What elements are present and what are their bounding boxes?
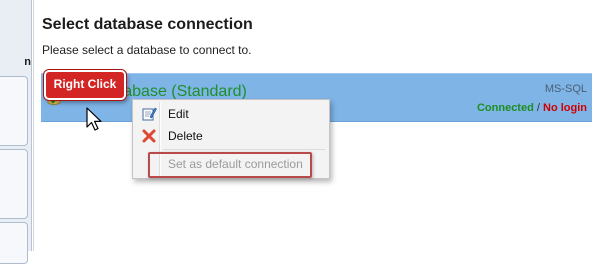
menu-item-edit[interactable]: Edit [135,103,327,125]
status-login: No login [543,102,587,114]
status-connected: Connected [476,102,534,114]
connection-type: MS-SQL [544,83,587,95]
menu-item-label: Delete [168,129,203,143]
mouse-cursor-icon [86,107,102,131]
dialog-subtitle: Please select a database to connect to. [42,43,252,57]
left-panel: n [0,0,32,264]
dialog-title: Select database connection [42,16,253,33]
delete-x-icon [142,129,156,143]
status-separator: / [536,102,540,114]
edit-icon [142,107,157,121]
left-panel-label: n [24,56,31,68]
connection-status: Connected / No login [477,102,587,114]
highlight-box [148,152,312,178]
left-panel-tile[interactable] [0,222,28,264]
menu-item-label: Edit [168,107,189,121]
menu-separator [163,149,325,150]
menu-item-delete[interactable]: Delete [135,125,327,147]
callout-label: Right Click [53,77,117,91]
left-panel-tile[interactable] [0,76,28,146]
left-panel-tile[interactable] [0,149,28,219]
right-click-callout: Right Click [44,70,126,100]
